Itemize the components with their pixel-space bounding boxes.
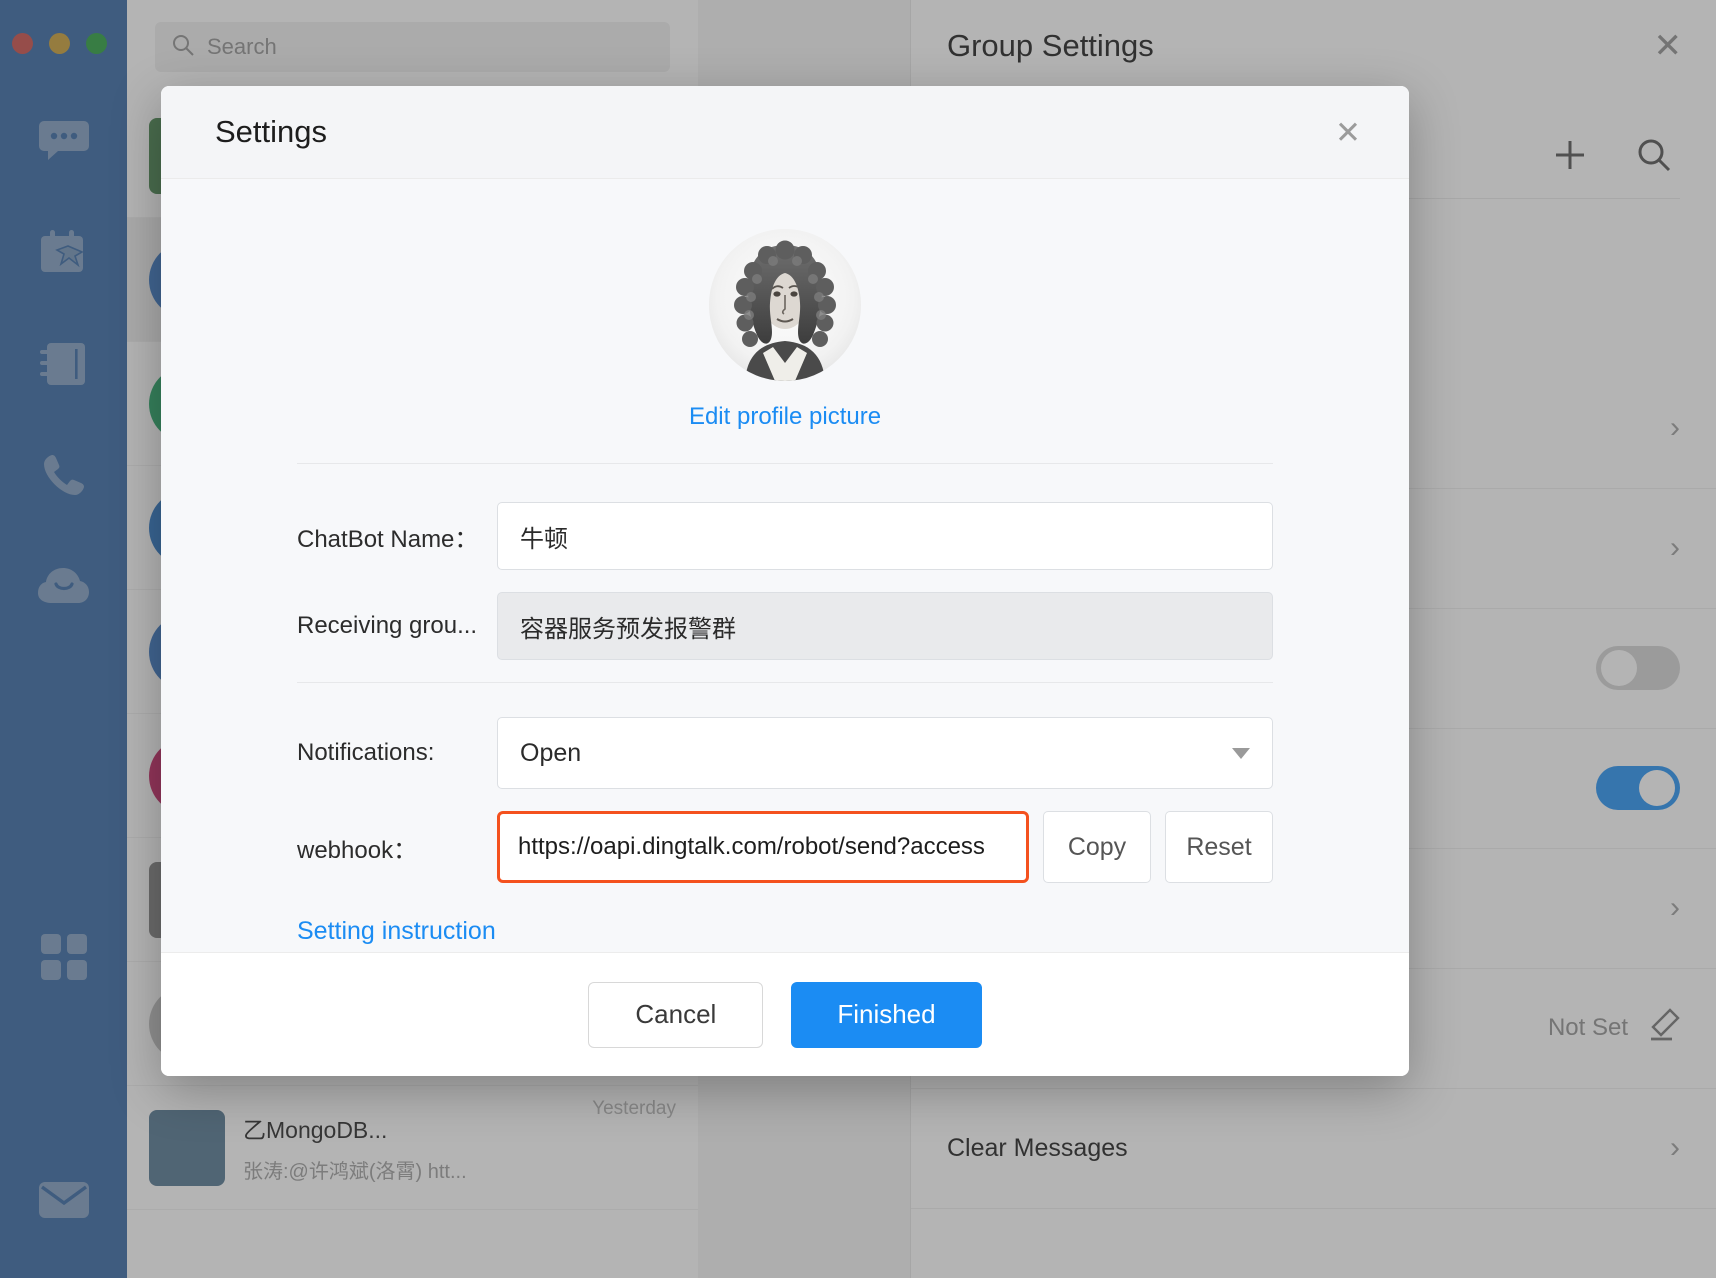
webhook-row: webhook： https://oapi.dingtalk.com/robot… (297, 811, 1273, 883)
newton-portrait-illustration (709, 229, 861, 381)
notifications-select[interactable]: Open (497, 717, 1273, 789)
finished-button[interactable]: Finished (791, 982, 981, 1048)
webhook-controls: https://oapi.dingtalk.com/robot/send?acc… (497, 811, 1273, 883)
divider (297, 682, 1273, 683)
notifications-value: Open (520, 739, 581, 768)
webhook-label: webhook： (297, 830, 497, 865)
receiving-group-input: 容器服务预发报警群 (497, 592, 1273, 660)
chatbot-name-label: ChatBot Name： (297, 519, 497, 554)
notifications-label: Notifications: (297, 739, 497, 767)
setting-instruction-link[interactable]: Setting instruction (297, 917, 1273, 946)
app-window: Search (0, 0, 1716, 1278)
modal-body: Edit profile picture ChatBot Name： 牛顿 Re… (161, 179, 1409, 952)
webhook-input[interactable]: https://oapi.dingtalk.com/robot/send?acc… (497, 811, 1029, 883)
copy-button[interactable]: Copy (1043, 811, 1151, 883)
chatbot-name-input[interactable]: 牛顿 (497, 502, 1273, 570)
receiving-group-label: Receiving grou... (297, 612, 497, 640)
notifications-row: Notifications: Open (297, 717, 1273, 789)
avatar-block: Edit profile picture (161, 179, 1409, 431)
modal-title: Settings (215, 114, 327, 150)
chatbot-name-row: ChatBot Name： 牛顿 (297, 502, 1273, 570)
chevron-down-icon (1232, 748, 1250, 759)
receiving-group-row: Receiving grou... 容器服务预发报警群 (297, 592, 1273, 660)
bot-avatar[interactable] (709, 229, 861, 381)
modal-footer: Cancel Finished (161, 952, 1409, 1076)
modal-header: Settings ✕ (161, 86, 1409, 179)
cancel-button[interactable]: Cancel (588, 982, 763, 1048)
reset-button[interactable]: Reset (1165, 811, 1273, 883)
settings-modal: Settings ✕ (161, 86, 1409, 1076)
close-icon[interactable]: ✕ (1335, 117, 1361, 148)
settings-form: ChatBot Name： 牛顿 Receiving grou... 容器服务预… (161, 464, 1409, 946)
edit-profile-picture-link[interactable]: Edit profile picture (161, 403, 1409, 431)
